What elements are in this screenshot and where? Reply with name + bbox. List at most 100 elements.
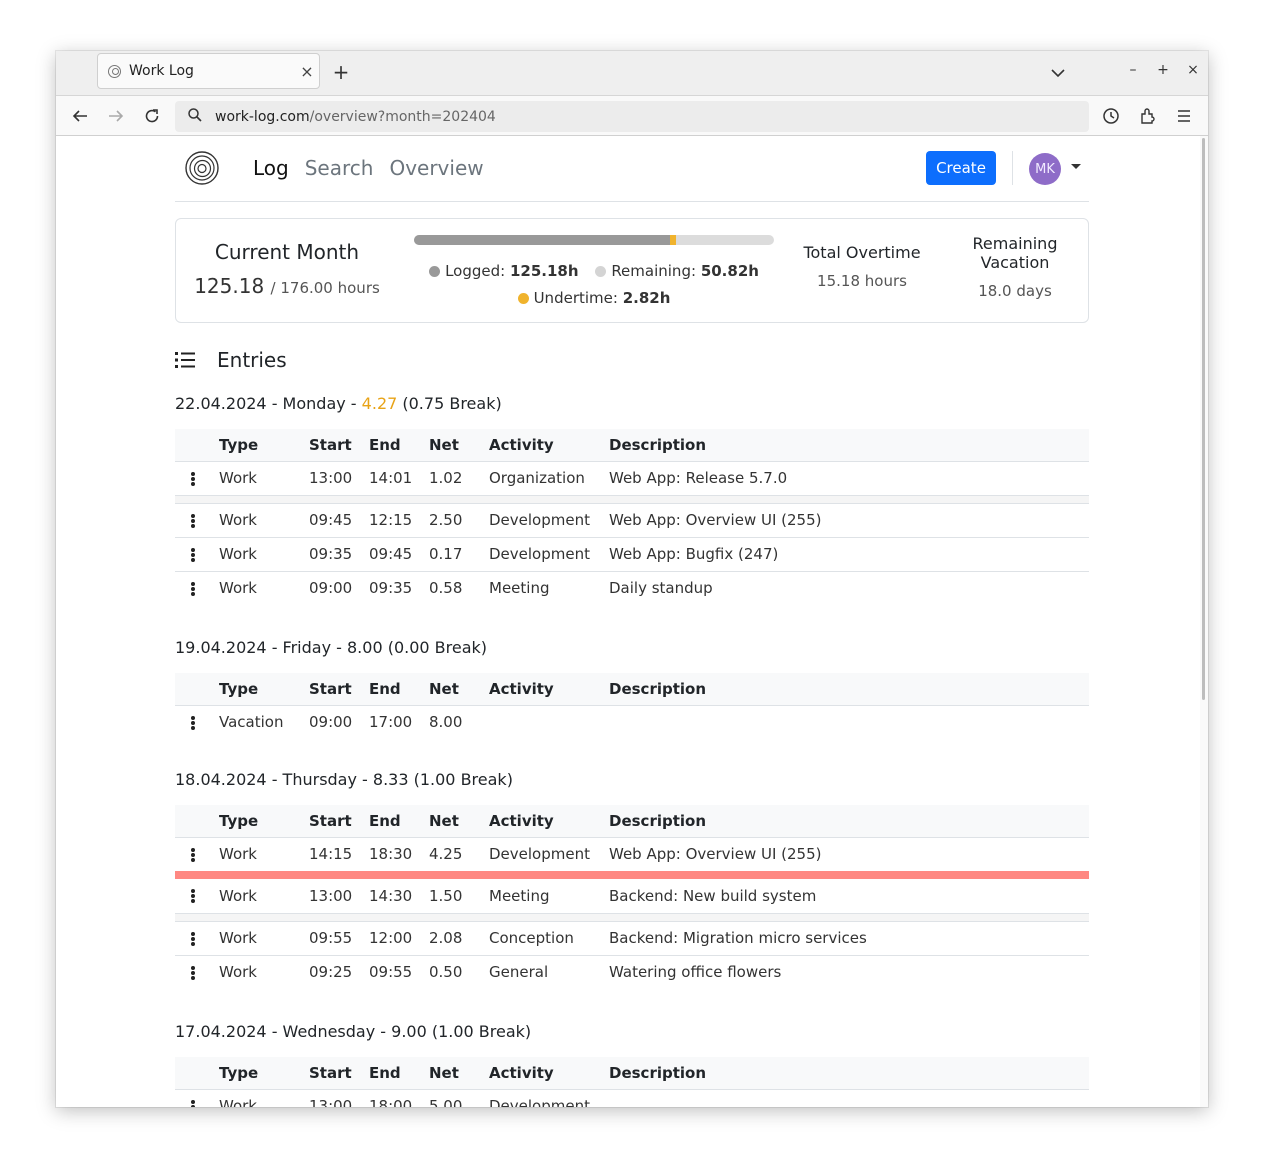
create-button[interactable]: Create <box>926 151 996 185</box>
remaining-vacation-value: 18.0 days <box>978 282 1052 300</box>
entry-description: Web App: Release 5.7.0 <box>609 461 1089 496</box>
menu-icon[interactable] <box>1173 105 1195 127</box>
col-type: Type <box>219 429 309 462</box>
minimize-button[interactable]: – <box>1124 62 1142 78</box>
table-row[interactable]: Work 13:00 18:00 5.00 Development <box>175 1089 1089 1107</box>
day-break: (0.00 Break) <box>382 638 488 657</box>
entry-description: Daily standup <box>609 579 713 598</box>
entry-activity: Development <box>489 537 609 572</box>
col-activity: Activity <box>489 805 609 838</box>
entry-activity: Development <box>489 1089 609 1107</box>
close-window-button[interactable]: × <box>1184 62 1202 78</box>
entry-net: 4.25 <box>429 845 463 864</box>
col-activity: Activity <box>489 1057 609 1090</box>
day-break: (0.75 Break) <box>397 394 502 413</box>
table-header-row: Type Start End Net Activity Description <box>175 673 1089 706</box>
table-row[interactable]: Work 14:15 18:30 4.25 Development Web Ap… <box>175 837 1089 871</box>
entry-type: Work <box>219 921 309 956</box>
app-header: Log Search Overview Create MK <box>175 136 1089 202</box>
day-date: 22.04.2024 - Monday - <box>175 394 362 413</box>
entry-end: 09:55 <box>369 963 413 982</box>
tab-list-chevron-icon[interactable] <box>1046 61 1070 85</box>
total-overtime-label: Total Overtime <box>803 243 921 262</box>
col-description: Description <box>609 673 1089 706</box>
kebab-menu-icon[interactable] <box>191 581 195 596</box>
logged-hours: 125.18 <box>194 274 265 298</box>
browser-tab[interactable]: Work Log × <box>97 53 320 89</box>
entry-activity: Development <box>489 845 590 864</box>
user-menu-caret-icon[interactable] <box>1071 164 1081 169</box>
scrollbar-thumb[interactable] <box>1202 138 1205 700</box>
nav-log-link[interactable]: Log <box>253 156 289 180</box>
entry-description <box>609 705 1089 739</box>
progress-undertime-fill <box>669 235 676 245</box>
kebab-menu-icon[interactable] <box>191 965 195 980</box>
kebab-menu-icon[interactable] <box>191 931 195 946</box>
kebab-menu-icon[interactable] <box>191 471 195 486</box>
col-end: End <box>369 805 429 838</box>
remaining-dot-icon <box>595 266 607 277</box>
main-nav: Log Search Overview <box>253 156 484 180</box>
remaining-vacation-block: Remaining Vacation 18.0 days <box>950 234 1080 300</box>
entry-start: 13:00 <box>309 461 369 496</box>
entry-net: 2.08 <box>429 921 489 956</box>
entry-activity: Development <box>489 503 609 538</box>
kebab-menu-icon[interactable] <box>191 513 195 528</box>
legend-remaining-label: Remaining: <box>611 262 697 280</box>
extensions-icon[interactable] <box>1137 105 1159 127</box>
entry-net: 0.50 <box>429 963 463 982</box>
address-bar[interactable]: work-log.com/overview?month=202404 <box>175 101 1089 132</box>
col-activity: Activity <box>489 673 609 706</box>
tree-rings-logo-icon[interactable] <box>185 151 219 185</box>
new-tab-button[interactable]: + <box>330 61 352 83</box>
tab-title: Work Log <box>129 63 194 79</box>
remaining-vacation-label-1: Remaining <box>972 234 1058 253</box>
day-break: (1.00 Break) <box>408 770 513 789</box>
entry-description <box>609 1089 1089 1107</box>
entry-activity: Organization <box>489 461 609 496</box>
table-row[interactable]: Vacation 09:00 17:00 8.00 <box>175 705 1089 739</box>
table-row[interactable]: Work 13:00 14:01 1.02 Organization Web A… <box>175 461 1089 496</box>
page-scrollbar[interactable] <box>1200 136 1208 1107</box>
browser-window: Work Log × + – + × work-log.com/overview… <box>56 51 1208 1107</box>
history-icon[interactable] <box>1100 105 1122 127</box>
day-net-hours: 8.33 <box>372 770 409 789</box>
day-net-hours: 9.00 <box>391 1022 427 1041</box>
table-row[interactable]: Work 09:55 12:00 2.08 Conception Backend… <box>175 921 1089 956</box>
forward-arrow-icon[interactable] <box>105 105 127 127</box>
col-start: Start <box>309 673 369 706</box>
tab-close-button[interactable]: × <box>295 62 319 81</box>
table-row[interactable]: Work 09:35 09:45 0.17 Development Web Ap… <box>175 537 1089 572</box>
kebab-menu-icon[interactable] <box>191 847 195 862</box>
table-row[interactable]: Work 09:00 09:35 0.58 Meeting Daily stan… <box>175 571 1089 605</box>
user-avatar[interactable]: MK <box>1029 153 1061 185</box>
entry-type: Vacation <box>219 713 284 732</box>
kebab-menu-icon[interactable] <box>191 715 195 730</box>
nav-search-link[interactable]: Search <box>305 156 374 180</box>
row-menu-cell <box>175 1089 219 1107</box>
back-arrow-icon[interactable] <box>69 105 91 127</box>
col-start: Start <box>309 805 369 838</box>
day-title: 19.04.2024 - Friday - 8.00 (0.00 Break) <box>175 638 487 657</box>
kebab-menu-icon[interactable] <box>191 889 195 904</box>
maximize-button[interactable]: + <box>1154 62 1172 78</box>
kebab-menu-icon[interactable] <box>191 547 195 562</box>
col-end: End <box>369 673 429 706</box>
day-net-hours: 4.27 <box>361 394 398 413</box>
reload-icon[interactable] <box>141 105 163 127</box>
kebab-menu-icon[interactable] <box>191 1099 195 1107</box>
menu-column-header <box>175 805 219 838</box>
row-menu-cell <box>175 537 219 572</box>
col-end: End <box>369 429 429 462</box>
table-row[interactable]: Work 09:25 09:55 0.50 General Watering o… <box>175 955 1089 989</box>
table-header-row: Type Start End Net Activity Description <box>175 429 1089 462</box>
remaining-vacation-label-2: Vacation <box>980 253 1050 272</box>
day-break: (1.00 Break) <box>426 1022 532 1041</box>
menu-column-header <box>175 429 219 462</box>
nav-overview-link[interactable]: Overview <box>389 156 483 180</box>
table-row[interactable]: Work 09:45 12:15 2.50 Development Web Ap… <box>175 503 1089 538</box>
url-text: work-log.com/overview?month=202404 <box>215 109 496 125</box>
legend-undertime: Undertime: 2.82h <box>517 289 670 307</box>
entry-start: 14:15 <box>309 845 353 864</box>
table-row[interactable]: Work 13:00 14:30 1.50 Meeting Backend: N… <box>175 879 1089 914</box>
